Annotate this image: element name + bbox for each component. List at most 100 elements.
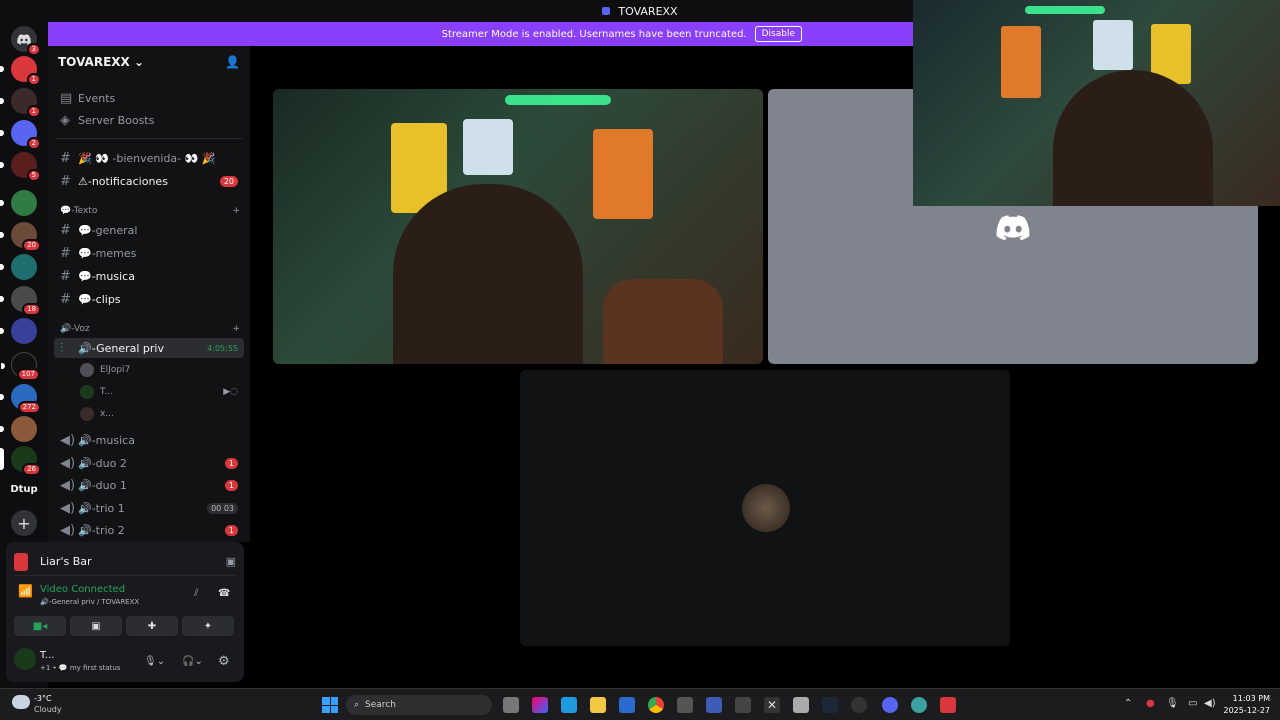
channel-memes[interactable]: # 💬-memes [54,243,244,263]
disconnect-icon[interactable]: ☎ [218,588,230,599]
server-icon[interactable]: 20 [0,222,41,252]
server-icon[interactable]: 26 [0,446,41,476]
app-tray-icon[interactable]: ● [1146,698,1155,709]
chevron-up-icon[interactable]: ⌃ [1124,698,1132,709]
search-label: Search [365,700,396,710]
video-tile-streamer[interactable] [273,89,763,364]
disable-button[interactable]: Disable [754,26,802,42]
voice-member[interactable]: T... ▶◌ [74,382,244,402]
weather-icon[interactable] [12,695,30,709]
liars-bar-icon[interactable] [940,697,956,713]
connection-location[interactable]: 🔊-General priv / TOVAREXX [40,598,139,606]
add-server-icon[interactable]: + [11,510,37,536]
add-channel-icon[interactable]: + [232,324,240,334]
folder-label[interactable]: Dtup [0,484,48,495]
network-icon[interactable]: ▭ [1188,698,1197,709]
edge-icon[interactable] [561,697,577,713]
voice-channel-trio-2[interactable]: ◀) 🔊-trio 21 [54,520,244,540]
server-header[interactable]: TOVAREXX ⌄ 👤 [48,46,250,78]
user-status[interactable]: +1 • 💬 my first status [40,664,120,672]
activities-button[interactable]: ✚ [126,616,178,636]
screen-share-icon[interactable]: ▣ [226,555,236,568]
clock-time[interactable]: 11:03 PM [1226,694,1270,703]
taskbar: -3°C Cloudy ⌕ Search ✕ ⌃ ● 🎙 ▭ ◀) 11:03 … [0,688,1280,720]
mail-icon[interactable] [619,697,635,713]
gear-icon[interactable]: ⚙ [218,654,230,669]
events-link[interactable]: ▤ Events [54,88,244,108]
video-tile-avatar-only[interactable] [520,370,1010,646]
voice-channel-duo-1[interactable]: ◀) 🔊-duo 11 [54,475,244,495]
category-voz[interactable]: 🔊-Voz + [60,324,240,334]
avatar [742,484,790,532]
app-icon[interactable] [851,697,867,713]
channel-notificaciones[interactable]: # ⚠-notificaciones 20 [54,171,244,191]
server-icon[interactable]: 18 [0,286,41,316]
user-name[interactable]: T... [40,650,54,661]
hash-icon: # [60,245,71,261]
store-icon[interactable] [677,697,693,713]
share-screen-button[interactable]: ▣ [70,616,122,636]
weather-temp[interactable]: -3°C [34,694,52,703]
server-icon[interactable]: 2 [0,120,41,150]
channel-clips[interactable]: # 💬-clips [54,289,244,309]
voice-channel-musica[interactable]: ◀) 🔊-musica [54,430,244,450]
avatar [80,407,94,421]
server-name: TOVAREXX [58,55,130,69]
led-sign-image [1025,6,1105,14]
user-limit-badge: 00 03 [207,502,238,514]
volume-icon[interactable]: ◀) [1204,698,1216,709]
file-explorer-icon[interactable] [590,697,606,713]
server-icon[interactable] [0,254,37,280]
server-icon[interactable] [0,416,37,442]
jersey-image [593,129,653,219]
app-icon[interactable] [735,697,751,713]
tools-icon[interactable]: ✕ [764,697,780,713]
voice-member[interactable]: x... [74,404,244,424]
activity-row[interactable]: Liar's Bar ▣ [14,548,236,576]
boost-icon: ◈ [60,112,70,128]
search-box[interactable]: ⌕ Search [346,695,492,715]
chrome-icon[interactable] [648,697,664,713]
boosts-link[interactable]: ◈ Server Boosts [54,110,244,130]
copilot-icon[interactable] [532,697,548,713]
avatar[interactable] [14,648,36,670]
person-image [393,184,583,364]
server-icon[interactable]: 272 [0,384,41,414]
channel-musica-text[interactable]: # 💬-musica [54,266,244,286]
server-icon[interactable]: 1 [0,56,41,86]
user-count-badge: 1 [224,479,238,491]
clock-date[interactable]: 2025-12-27 [1220,706,1271,715]
voice-channel-trio-1[interactable]: ◀) 🔊-trio 1 00 03 [54,498,244,518]
channel-bienvenida[interactable]: # 🎉 👀 -bienvenida- 👀 🎉 [54,148,244,168]
server-icon[interactable]: 107 [1,352,40,381]
add-channel-icon[interactable]: + [232,206,240,216]
voice-channel-general-priv[interactable]: ⫶ 🔊-General priv 4:05:55 [54,338,244,358]
task-view-icon[interactable] [503,697,519,713]
app-icon[interactable] [706,697,722,713]
weather-desc[interactable]: Cloudy [34,705,62,714]
speaker-icon: ◀) [60,477,76,493]
person-image [1053,70,1213,206]
app-icon[interactable] [911,697,927,713]
connection-status[interactable]: Video Connected [40,584,125,595]
server-icon[interactable] [0,318,37,344]
voice-member[interactable]: ElJopi7 [74,360,244,380]
windows-start-icon[interactable] [322,697,338,713]
headphones-icon[interactable]: 🎧⌄ [182,656,203,667]
steam-icon[interactable] [822,697,838,713]
video-button[interactable]: ■◂ [14,616,66,636]
soundboard-button[interactable]: ✦ [182,616,234,636]
direct-messages-icon[interactable]: 3 [11,26,41,56]
microphone-icon[interactable]: 🎙⌄ [144,656,165,667]
invite-people-icon[interactable]: 👤 [225,55,240,69]
discord-icon[interactable] [882,697,898,713]
server-icon[interactable] [0,190,37,216]
server-icon[interactable]: 5 [0,152,41,182]
channel-general[interactable]: # 💬-general [54,220,244,240]
server-icon[interactable]: 1 [0,88,41,118]
category-texto[interactable]: 💬-Texto + [60,206,240,216]
noise-suppression-icon[interactable]: ⫽ [194,588,198,599]
notepad-icon[interactable] [793,697,809,713]
microphone-icon[interactable]: 🎙 [1166,698,1179,709]
voice-channel-duo-2[interactable]: ◀) 🔊-duo 21 [54,453,244,473]
